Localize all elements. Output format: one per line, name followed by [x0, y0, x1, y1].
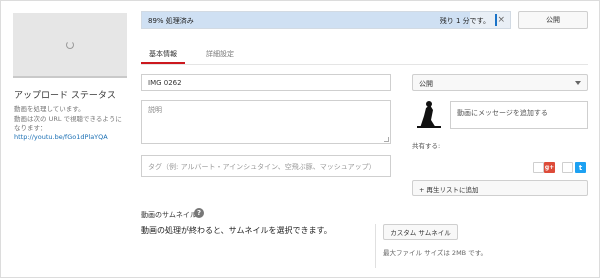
close-icon[interactable]: × [497, 15, 505, 25]
share-checkbox-2[interactable] [562, 162, 573, 173]
tab-advanced-settings[interactable]: 詳細設定 [206, 49, 234, 59]
thumbnail-message: 動画の処理が終わると、サムネイルを選択できます。 [141, 226, 332, 235]
upload-status-title: アップロード ステータス [14, 91, 116, 101]
add-to-playlist-button[interactable]: + 再生リストに追加 [412, 180, 588, 196]
max-file-size-text: 最大ファイル サイズは 2MB です。 [383, 249, 488, 257]
upload-status-text: 動画を処理しています。 [14, 105, 85, 113]
video-thumbnail-placeholder [13, 13, 127, 78]
share-checkbox-1[interactable] [533, 162, 544, 173]
chevron-down-icon [575, 81, 581, 85]
user-avatar-icon [414, 98, 444, 130]
resize-handle-icon[interactable] [384, 137, 389, 142]
visibility-select[interactable]: 公開 [412, 74, 588, 91]
description-placeholder: 説明 [148, 106, 162, 114]
progress-remaining-text: 残り 1 分です。 [439, 17, 490, 25]
visibility-selected-value: 公開 [419, 80, 433, 88]
upload-status-url-intro-2: なります： [14, 124, 47, 132]
tabs-divider [141, 64, 588, 65]
thumbnail-heading: 動画のサムネイル [141, 211, 197, 219]
help-icon[interactable]: ? [194, 208, 204, 218]
divider [375, 224, 376, 268]
share-label: 共有する: [412, 142, 441, 150]
tags-input[interactable]: タグ（例: アルバート・アインシュタイン、空飛ぶ豚、マッシュアップ） [141, 155, 391, 177]
google-plus-icon[interactable]: g+ [544, 162, 555, 173]
loading-spinner-icon [66, 41, 74, 49]
description-textarea[interactable]: 説明 [141, 100, 391, 144]
upload-panel: アップロード ステータス 動画を処理しています。 動画は次の URL で視聴でき… [0, 0, 600, 278]
twitter-icon[interactable]: t [575, 162, 586, 173]
share-message-input[interactable]: 動画にメッセージを追加する [450, 101, 588, 129]
progress-label: 89% 処理済み [148, 17, 194, 25]
title-input[interactable]: IMG 0262 [141, 74, 391, 91]
video-url-link[interactable]: http://youtu.be/fGo1dPlaYQA [14, 133, 108, 141]
custom-thumbnail-button[interactable]: カスタム サムネイル [383, 224, 458, 240]
publish-button[interactable]: 公開 [518, 11, 588, 29]
tab-basic-info[interactable]: 基本情報 [149, 49, 177, 59]
processing-progress-bar: 89% 処理済み 残り 1 分です。 × [141, 11, 511, 29]
upload-status-url-intro: 動画は次の URL で視聴できるように [14, 115, 122, 123]
